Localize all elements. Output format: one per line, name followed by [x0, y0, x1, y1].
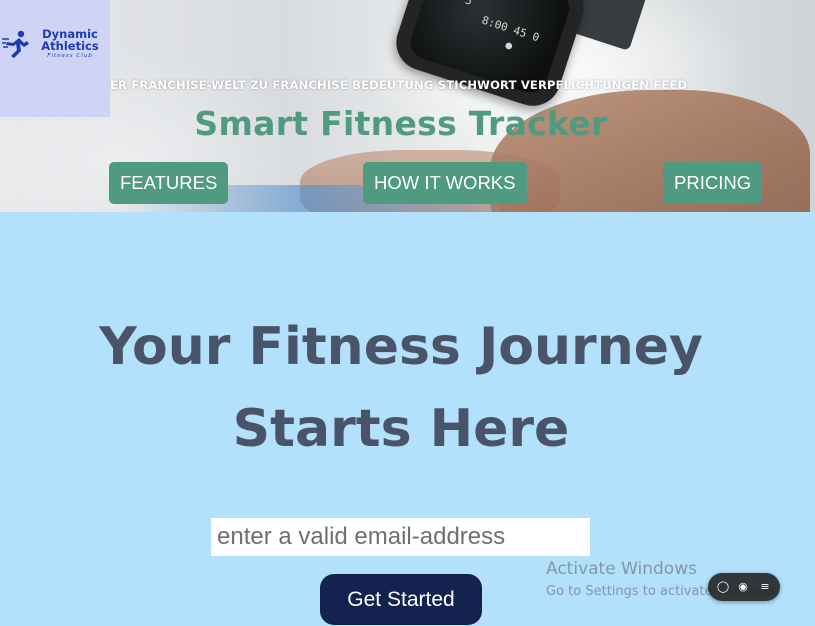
activate-windows-title: Activate Windows [546, 559, 697, 579]
site-title: Smart Fitness Tracker [194, 104, 608, 143]
hero-heading: Your Fitness Journey Starts Here [0, 306, 802, 470]
chat-icon[interactable]: ◯ [715, 579, 731, 595]
hero-banner: 12 5 8:00 45 0 ● ER FRANCHISE-WELT ZU FR… [0, 0, 815, 212]
hero-heading-line2: Starts Here [232, 399, 570, 459]
nav-how-it-works-button[interactable]: HOW IT WORKS [363, 162, 527, 204]
nav-features-button[interactable]: FEATURES [109, 162, 229, 204]
runner-icon [2, 30, 29, 58]
menu-icon[interactable]: ≡ [757, 579, 773, 595]
floating-toolbar[interactable]: ◯ ◉ ≡ [708, 573, 780, 601]
get-started-button[interactable]: Get Started [320, 574, 482, 625]
record-icon[interactable]: ◉ [735, 579, 751, 595]
logo[interactable]: Dynamic Athletics Fitness Club [0, 0, 110, 117]
hero-heading-line1: Your Fitness Journey [99, 317, 703, 377]
nav-pricing-button[interactable]: PRICING [663, 162, 763, 204]
banner-caption: ER FRANCHISE-WELT ZU FRANCHISE BEDEUTUNG… [110, 78, 688, 92]
smartwatch-image: 12 5 8:00 45 0 ● [389, 0, 591, 114]
landing-page: 12 5 8:00 45 0 ● ER FRANCHISE-WELT ZU FR… [0, 0, 815, 626]
logo-text-line2: Athletics [41, 39, 99, 53]
email-input[interactable] [211, 518, 590, 556]
logo-subtitle: Fitness Club [47, 53, 93, 59]
